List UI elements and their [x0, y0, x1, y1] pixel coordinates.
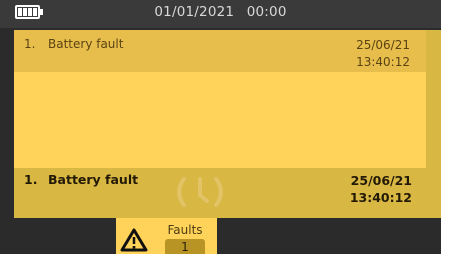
- fault-detail-time: 13:40:12: [349, 190, 412, 205]
- fault-item-datetime: 25/06/21 13:40:12: [340, 37, 410, 71]
- status-bar: 01/01/2021 00:00: [0, 0, 441, 28]
- fault-detail-label: Battery fault: [48, 172, 139, 187]
- status-date: 01/01/2021: [154, 4, 235, 20]
- device-screen: 01/01/2021 00:00 1. Battery fault 25/06/…: [0, 0, 456, 254]
- fault-item-time: 13:40:12: [356, 55, 410, 69]
- status-datetime: 01/01/2021 00:00: [0, 4, 441, 20]
- fault-detail-number: 1.: [24, 172, 38, 187]
- fault-detail-date: 25/06/21: [350, 173, 412, 188]
- tab-faults-label: Faults: [167, 223, 203, 237]
- clock-watermark-icon: [177, 177, 223, 207]
- chevron-left-icon[interactable]: [441, 121, 456, 151]
- warning-triangle-icon: [120, 228, 148, 252]
- fault-detail-datetime: 25/06/21 13:40:12: [330, 172, 412, 206]
- fault-item-number: 1.: [24, 37, 36, 51]
- fault-item-date: 25/06/21: [356, 38, 410, 52]
- status-time: 00:00: [246, 4, 287, 20]
- tab-faults-count-badge: 1: [165, 239, 205, 254]
- footer-bar: [0, 218, 441, 254]
- fault-item-label: Battery fault: [48, 37, 124, 51]
